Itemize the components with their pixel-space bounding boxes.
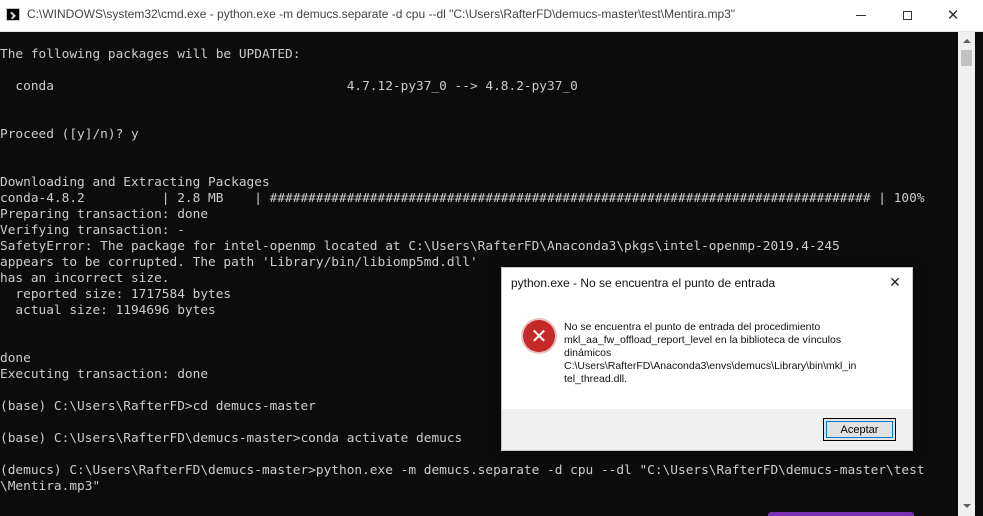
scrollbar-thumb[interactable] [961,50,972,66]
accept-button[interactable]: Aceptar [823,418,896,441]
error-icon-glyph: ✕ [530,324,548,348]
console-line: (base) C:\Users\RafterFD>cd demucs-maste… [0,399,316,414]
console-line: conda-4.8.2 | 2.8 MB | #################… [0,191,925,206]
taskbar-edge [768,512,914,516]
console-line: done [0,351,31,366]
console-line: (base) C:\Users\RafterFD\demucs-master>c… [0,431,463,446]
console-line: reported size: 1717584 bytes [0,287,232,302]
vertical-scrollbar[interactable] [958,32,975,516]
close-button[interactable]: ✕ [930,0,976,31]
error-dialog[interactable]: python.exe - No se encuentra el punto de… [501,267,913,451]
dialog-message-line: tel_thread.dll. [564,373,628,385]
close-icon: ✕ [889,275,901,291]
dialog-message-line: No se encuentra el punto de entrada del … [564,321,821,333]
minimize-button[interactable] [838,0,884,31]
console-line: has an incorrect size. [0,271,170,286]
maximize-icon [902,11,912,20]
minimize-icon [856,15,866,16]
dialog-title: python.exe - No se encuentra el punto de… [511,276,776,290]
dialog-message-line: C:\Users\RafterFD\Anaconda3\envs\demucs\… [564,360,857,372]
window-title: C:\WINDOWS\system32\cmd.exe - python.exe… [27,7,736,21]
chevron-up-icon [962,38,971,43]
close-icon: ✕ [946,6,960,24]
console-line: The following packages will be UPDATED: [0,47,301,62]
console-line: Executing transaction: done [0,367,209,382]
console-line: appears to be corrupted. The path 'Libra… [0,255,478,270]
console-line: SafetyError: The package for intel-openm… [0,239,840,254]
console-line: conda 4.7.12-py37_0 --> 4.8.2-py37_0 [0,79,578,94]
dialog-footer: Aceptar [502,409,912,450]
maximize-button[interactable] [884,0,930,31]
console-line: Downloading and Extracting Packages [0,175,270,190]
dialog-message-line: mkl_aa_fw_offload_report_level en la bib… [564,334,842,346]
cmd-app-icon [6,8,20,21]
dialog-close-button[interactable]: ✕ [878,268,912,298]
console-line: Verifying transaction: - [0,223,185,238]
window-edge [975,32,983,516]
scroll-down-button[interactable] [958,497,975,514]
console-line: actual size: 1194696 bytes [0,303,216,318]
console-line: (demucs) C:\Users\RafterFD\demucs-master… [0,463,925,478]
console-line: \Mentira.mp3" [0,479,101,494]
dialog-message-line: dinámicos [564,347,612,359]
error-icon: ✕ [523,320,555,352]
scroll-up-button[interactable] [958,32,975,49]
window-title-bar[interactable]: C:\WINDOWS\system32\cmd.exe - python.exe… [0,0,983,32]
console-line: Proceed ([y]/n)? y [0,127,139,142]
chevron-down-icon [962,503,971,508]
console-line: Preparing transaction: done [0,207,209,222]
dialog-message: No se encuentra el punto de entrada del … [564,321,894,386]
